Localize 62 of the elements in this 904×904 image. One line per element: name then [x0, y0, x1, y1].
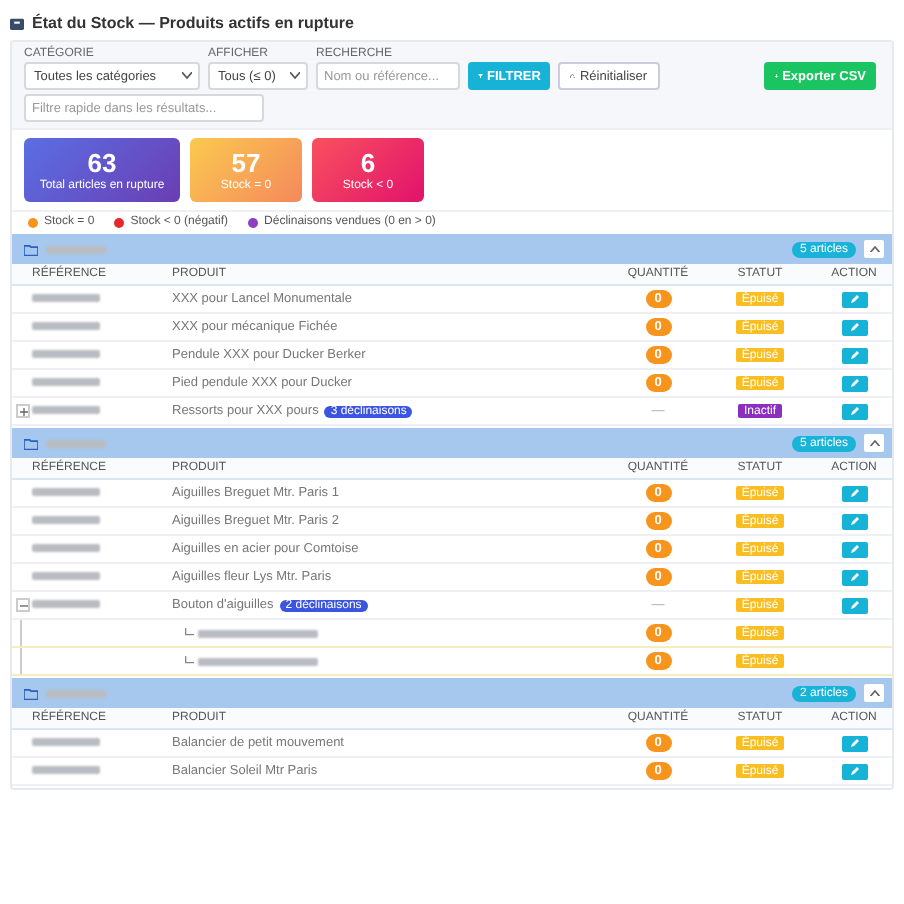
- blurred-text: [198, 657, 318, 665]
- refresh-icon: [570, 73, 576, 79]
- blurred-text: [46, 439, 106, 447]
- edit-button[interactable]: [841, 735, 867, 751]
- funnel-icon: [478, 73, 483, 79]
- edit-icon: [849, 738, 859, 748]
- edit-button[interactable]: [841, 541, 867, 557]
- blurred-text: [32, 572, 100, 580]
- edit-button[interactable]: [841, 347, 867, 363]
- collapse-button[interactable]: [864, 684, 884, 702]
- caret-up-icon: [869, 689, 879, 697]
- edit-icon: [849, 378, 859, 388]
- edit-button[interactable]: [841, 403, 867, 419]
- blurred-text: [32, 294, 100, 302]
- collapse-button[interactable]: [864, 240, 884, 258]
- edit-icon: [849, 600, 859, 610]
- edit-icon: [849, 766, 859, 776]
- blurred-text: [32, 516, 100, 524]
- stat-value: 63: [87, 148, 117, 178]
- caret-up-icon: [869, 245, 879, 253]
- stat-value: 6: [360, 148, 376, 178]
- edit-button[interactable]: [841, 485, 867, 501]
- blurred-text: [32, 600, 100, 608]
- edit-button[interactable]: [841, 375, 867, 391]
- edit-button[interactable]: [841, 569, 867, 585]
- edit-icon: [849, 294, 859, 304]
- edit-button[interactable]: [841, 763, 867, 779]
- stat-value: 57: [231, 148, 261, 178]
- blurred-text: [32, 378, 100, 386]
- blurred-text: [32, 350, 100, 358]
- collapse-button[interactable]: [864, 434, 884, 452]
- edit-button[interactable]: [841, 597, 867, 613]
- edit-icon: [849, 516, 859, 526]
- blurred-text: [32, 488, 100, 496]
- edit-icon: [849, 322, 859, 332]
- minus-icon: [19, 601, 27, 609]
- blurred-text: [46, 245, 106, 253]
- blurred-text: [198, 629, 318, 637]
- blurred-text: [46, 689, 106, 697]
- chevron-down-icon: [290, 72, 300, 80]
- folder-icon: [24, 687, 38, 699]
- edit-icon: [849, 544, 859, 554]
- blurred-text: [32, 738, 100, 746]
- folder-icon: [24, 437, 38, 449]
- blurred-text: [32, 322, 100, 330]
- blurred-text: [32, 544, 100, 552]
- caret-up-icon: [869, 439, 879, 447]
- edit-icon: [849, 350, 859, 360]
- box-icon: [10, 15, 24, 29]
- plus-icon: [19, 407, 27, 415]
- edit-button[interactable]: [841, 319, 867, 335]
- edit-icon: [849, 406, 859, 416]
- expand-toggle[interactable]: [16, 404, 30, 418]
- blurred-text: [32, 766, 100, 774]
- edit-icon: [849, 488, 859, 498]
- blurred-text: [32, 406, 100, 414]
- chevron-down-icon: [182, 72, 192, 80]
- folder-icon: [24, 243, 38, 255]
- page-title: État du Stock — Produits actifs en rupture: [32, 13, 354, 31]
- edit-button[interactable]: [841, 291, 867, 307]
- edit-button[interactable]: [841, 513, 867, 529]
- edit-icon: [849, 572, 859, 582]
